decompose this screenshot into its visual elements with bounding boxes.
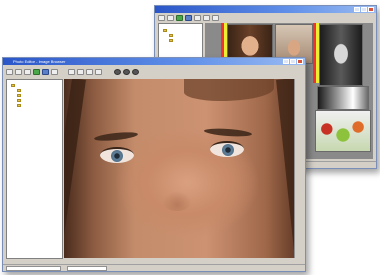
open-icon[interactable] [6,69,13,75]
front-window-controls [283,59,303,64]
folder-tree[interactable] [6,79,63,259]
thumbnail-bw-portrait[interactable] [319,24,363,86]
folder-icon [17,99,21,102]
minimize-button[interactable] [283,59,289,64]
hair-strand [64,79,86,258]
settings-icon[interactable] [114,69,121,75]
folder-icon [169,34,173,37]
filter-icon[interactable] [95,69,102,75]
folder-icon [17,104,21,107]
folder-icon [17,89,21,92]
front-toolbar [3,67,305,77]
back-maximize-button[interactable] [361,7,367,12]
back-minimize-button[interactable] [354,7,360,12]
hair-strand [184,79,274,101]
back-save-icon[interactable] [167,15,174,21]
back-window-controls [354,7,374,12]
status-left-field [6,266,61,271]
right-eyebrow [203,127,253,138]
back-filter-icon[interactable] [212,15,219,21]
folder-icon [163,29,167,32]
back-title-bar[interactable] [155,6,376,13]
help-icon[interactable] [123,69,130,75]
front-title-bar[interactable]: Photo Editor - Image Browser [3,58,305,65]
left-eyebrow [93,130,139,143]
folder-icon [169,39,173,42]
contrast-icon[interactable] [86,69,93,75]
print-icon[interactable] [24,69,31,75]
back-print-icon[interactable] [176,15,183,21]
back-rotate-icon[interactable] [194,15,201,21]
back-toolbar [155,14,376,22]
maximize-button[interactable] [290,59,296,64]
rotate-icon[interactable] [51,69,58,75]
zoom-in-icon[interactable] [33,69,40,75]
close-button[interactable] [297,59,303,64]
crop-icon[interactable] [68,69,75,75]
image-viewer[interactable] [64,79,301,258]
viewer-scrollbar[interactable] [294,79,301,258]
computer-icon [11,84,15,87]
thumbnail-fruit[interactable] [315,110,371,152]
save-icon[interactable] [15,69,22,75]
tree-item[interactable] [17,103,62,108]
brightness-icon[interactable] [77,69,84,75]
left-eye [100,147,134,163]
back-open-icon[interactable] [158,15,165,21]
front-status-bar [3,264,305,271]
nose [162,191,192,211]
back-close-button[interactable] [368,7,374,12]
thumbnail-gradient[interactable] [317,86,369,110]
zoom-out-icon[interactable] [42,69,49,75]
back-crop-icon[interactable] [203,15,210,21]
right-eye [210,141,244,157]
folder-icon [17,94,21,97]
status-right-field [67,266,107,271]
tree-item[interactable] [169,38,202,43]
info-icon[interactable] [132,69,139,75]
window-title: Photo Editor - Image Browser [13,59,66,64]
back-zoom-icon[interactable] [185,15,192,21]
